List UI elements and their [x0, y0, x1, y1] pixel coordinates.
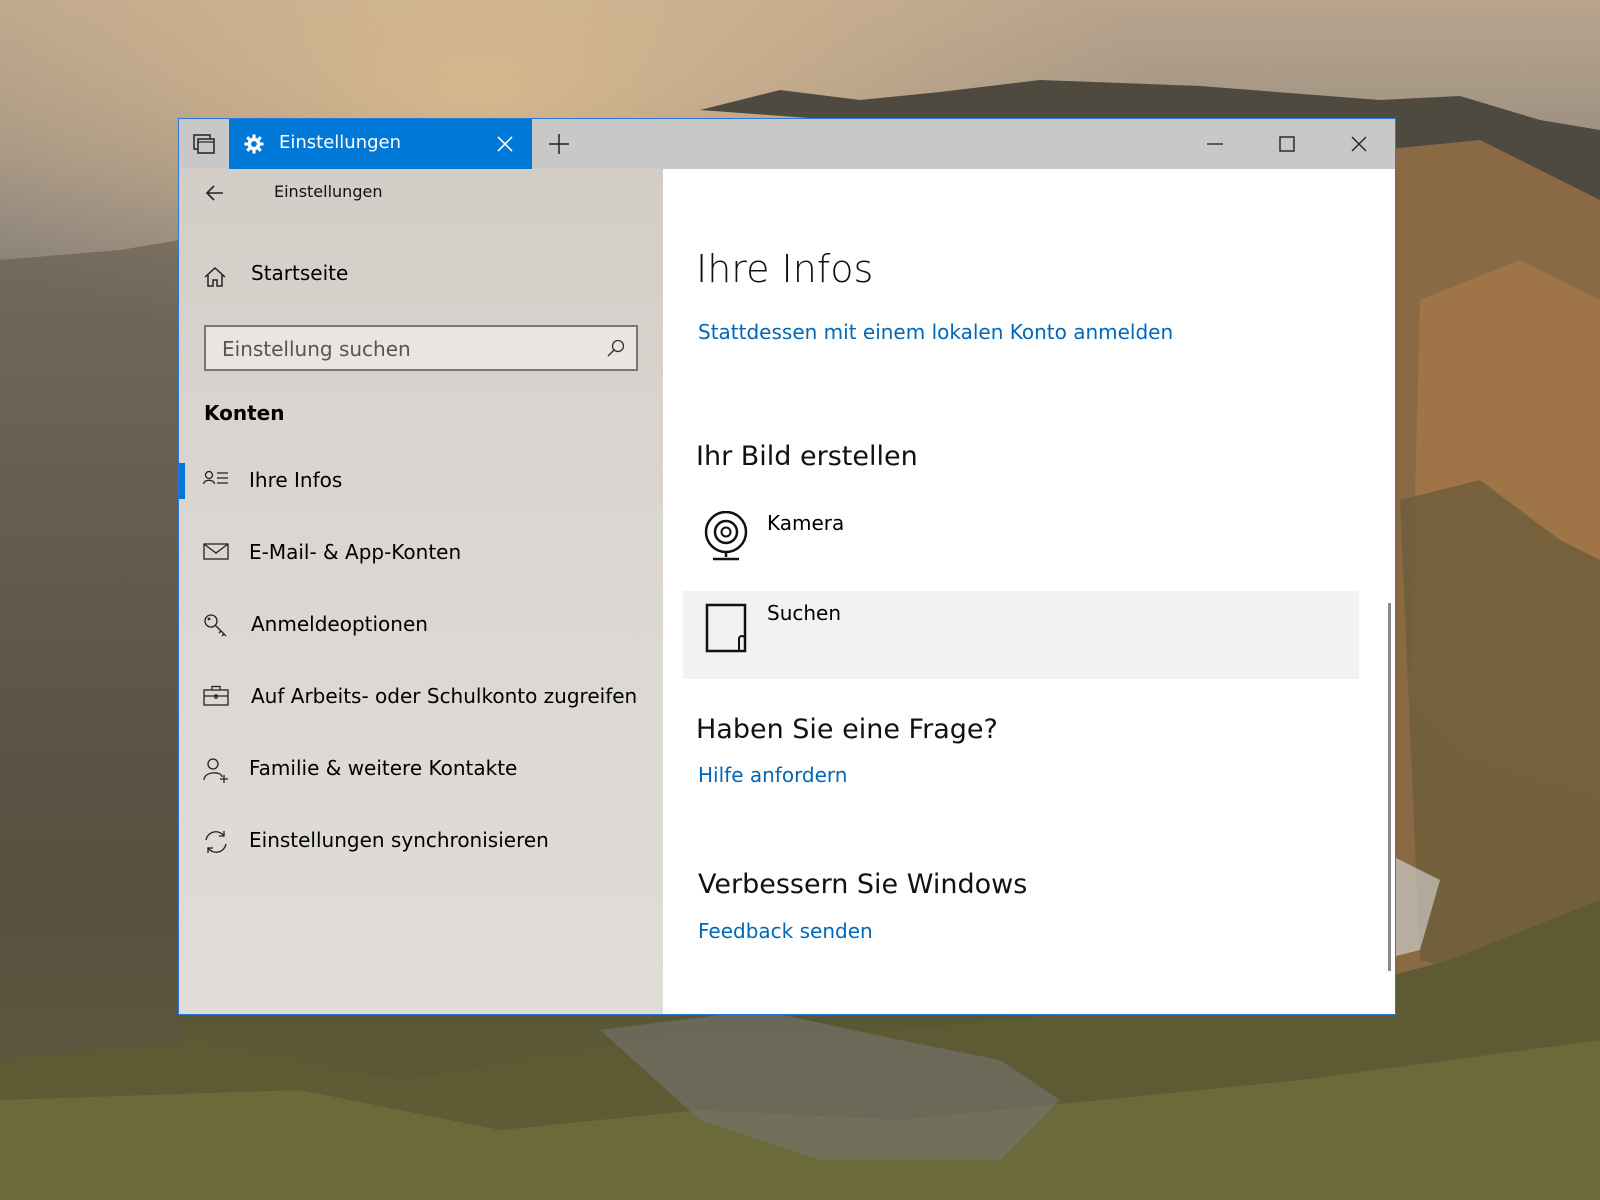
- sidebar-item-anmeldeoptionen[interactable]: Anmeldeoptionen: [179, 597, 663, 653]
- settings-search-box[interactable]: Einstellung suchen: [204, 325, 638, 371]
- sidebar-item-label: Familie & weitere Kontakte: [249, 756, 518, 780]
- close-window-button[interactable]: [1323, 119, 1395, 169]
- sidebar-item-label: Anmeldeoptionen: [251, 612, 428, 636]
- improve-windows-heading: Verbessern Sie Windows: [698, 869, 1028, 900]
- add-person-icon: [203, 758, 228, 783]
- sidebar: Einstellungen Startseite Einstellung suc…: [179, 169, 663, 1014]
- gear-icon: [244, 134, 264, 154]
- picture-heading: Ihr Bild erstellen: [696, 441, 918, 472]
- home-icon[interactable]: [203, 265, 227, 289]
- title-bar: Einstellungen: [179, 119, 1395, 169]
- selection-indicator: [179, 463, 185, 499]
- tab-einstellungen[interactable]: Einstellungen: [229, 119, 532, 169]
- browse-option[interactable]: Suchen: [683, 591, 1359, 679]
- tab-switcher-button[interactable]: [179, 119, 229, 169]
- maximize-button[interactable]: [1251, 119, 1323, 169]
- sidebar-item-label: Ihre Infos: [249, 468, 343, 492]
- sidebar-item-label: Einstellungen synchronisieren: [249, 828, 549, 852]
- sidebar-item-ihre-infos[interactable]: Ihre Infos: [179, 453, 663, 509]
- mail-icon: [203, 543, 229, 560]
- set-aside-tabs-icon: [193, 134, 215, 154]
- close-tab-icon[interactable]: [494, 133, 516, 155]
- feedback-link[interactable]: Feedback senden: [698, 919, 873, 943]
- webcam-icon: [704, 511, 748, 561]
- sync-icon: [205, 831, 227, 853]
- picture-option-label: Kamera: [767, 511, 845, 535]
- sidebar-item-synchronisieren[interactable]: Einstellungen synchronisieren: [179, 813, 663, 869]
- camera-option[interactable]: Kamera: [683, 501, 1359, 589]
- maximize-icon: [1279, 136, 1295, 152]
- back-arrow-icon[interactable]: [203, 181, 227, 205]
- minimize-icon: [1207, 143, 1223, 145]
- section-title-konten: Konten: [204, 401, 285, 425]
- home-link[interactable]: Startseite: [251, 261, 348, 285]
- contact-info-icon: [203, 470, 228, 485]
- sidebar-item-label: E-Mail- & App-Konten: [249, 540, 462, 564]
- key-icon: [204, 614, 227, 637]
- search-placeholder: Einstellung suchen: [222, 337, 411, 361]
- question-heading: Haben Sie eine Frage?: [696, 714, 998, 745]
- search-icon[interactable]: [606, 338, 626, 358]
- content-pane: Ihre Infos Stattdessen mit einem lokalen…: [663, 169, 1395, 1014]
- scrollbar-thumb[interactable]: [1388, 603, 1391, 971]
- browse-file-icon: [705, 603, 747, 653]
- picture-option-label: Suchen: [767, 601, 842, 625]
- sidebar-item-arbeits-schulkonto[interactable]: Auf Arbeits- oder Schulkonto zugreifen: [179, 669, 663, 725]
- sidebar-item-familie-kontakte[interactable]: Familie & weitere Kontakte: [179, 741, 663, 797]
- page-title: Ihre Infos: [696, 247, 874, 291]
- help-link[interactable]: Hilfe anfordern: [698, 763, 847, 787]
- tab-title: Einstellungen: [279, 132, 402, 153]
- sidebar-item-email-app-konten[interactable]: E-Mail- & App-Konten: [179, 525, 663, 581]
- close-icon: [1351, 136, 1367, 152]
- new-tab-plus-icon[interactable]: [547, 132, 571, 156]
- settings-window: Einstellungen Einstellungen Startseite E…: [178, 118, 1396, 1015]
- local-account-link[interactable]: Stattdessen mit einem lokalen Konto anme…: [698, 320, 1173, 344]
- briefcase-icon: [203, 685, 229, 706]
- breadcrumb: Einstellungen: [274, 182, 383, 201]
- minimize-button[interactable]: [1179, 119, 1251, 169]
- sidebar-item-label: Auf Arbeits- oder Schulkonto zugreifen: [251, 684, 638, 708]
